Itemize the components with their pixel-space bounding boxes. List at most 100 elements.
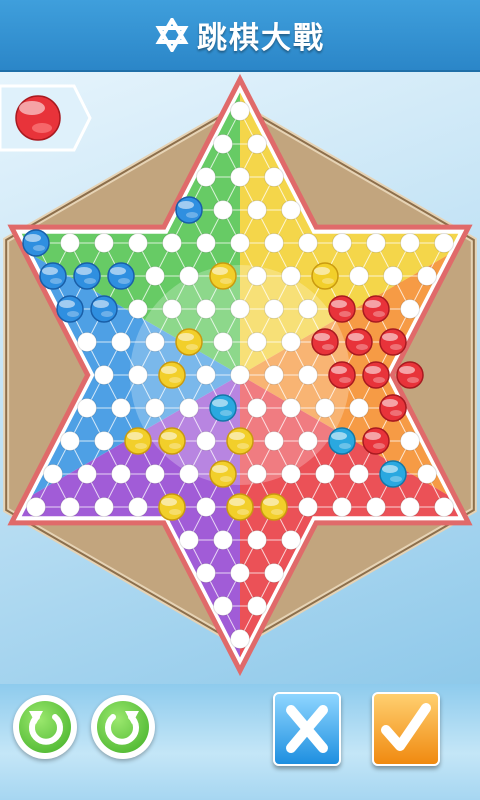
board-hole[interactable]: [230, 563, 250, 583]
yellow-marble[interactable]: [158, 361, 186, 389]
red-marble[interactable]: [362, 427, 390, 455]
board-hole[interactable]: [400, 299, 420, 319]
yellow-marble[interactable]: [209, 262, 237, 290]
board-hole[interactable]: [128, 233, 148, 253]
red-marble[interactable]: [345, 328, 373, 356]
blue-marble[interactable]: [175, 196, 203, 224]
board-hole[interactable]: [298, 365, 318, 385]
cyan-marble[interactable]: [328, 427, 356, 455]
board-hole[interactable]: [196, 167, 216, 187]
undo-button[interactable]: [13, 695, 77, 759]
board-hole[interactable]: [417, 266, 437, 286]
board-hole[interactable]: [332, 233, 352, 253]
board-hole[interactable]: [349, 398, 369, 418]
board-hole[interactable]: [315, 464, 335, 484]
board-hole[interactable]: [162, 233, 182, 253]
red-marble[interactable]: [362, 295, 390, 323]
board-hole[interactable]: [264, 299, 284, 319]
board-hole[interactable]: [196, 299, 216, 319]
board-hole[interactable]: [179, 464, 199, 484]
yellow-marble[interactable]: [124, 427, 152, 455]
chinese-checkers-board[interactable]: [0, 72, 480, 684]
board-hole[interactable]: [230, 167, 250, 187]
yellow-marble[interactable]: [226, 493, 254, 521]
board-hole[interactable]: [94, 431, 114, 451]
board-hole[interactable]: [111, 464, 131, 484]
board-hole[interactable]: [247, 530, 267, 550]
board-hole[interactable]: [94, 233, 114, 253]
board-hole[interactable]: [26, 497, 46, 517]
board-hole[interactable]: [230, 101, 250, 121]
board-hole[interactable]: [349, 464, 369, 484]
confirm-move-button[interactable]: [372, 692, 440, 766]
cancel-move-button[interactable]: [273, 692, 341, 766]
blue-marble[interactable]: [73, 262, 101, 290]
yellow-marble[interactable]: [175, 328, 203, 356]
board-hole[interactable]: [213, 134, 233, 154]
board-hole[interactable]: [60, 497, 80, 517]
board-hole[interactable]: [179, 530, 199, 550]
blue-marble[interactable]: [90, 295, 118, 323]
board-hole[interactable]: [94, 365, 114, 385]
board-hole[interactable]: [281, 530, 301, 550]
board-hole[interactable]: [196, 365, 216, 385]
board-hole[interactable]: [264, 563, 284, 583]
red-marble[interactable]: [362, 361, 390, 389]
red-marble[interactable]: [328, 361, 356, 389]
board-hole[interactable]: [196, 497, 216, 517]
board-hole[interactable]: [298, 431, 318, 451]
yellow-marble[interactable]: [158, 427, 186, 455]
board-hole[interactable]: [264, 365, 284, 385]
board-hole[interactable]: [281, 266, 301, 286]
redo-button[interactable]: [91, 695, 155, 759]
board-hole[interactable]: [196, 563, 216, 583]
board-hole[interactable]: [366, 497, 386, 517]
board-hole[interactable]: [400, 233, 420, 253]
board-hole[interactable]: [247, 266, 267, 286]
blue-marble[interactable]: [107, 262, 135, 290]
yellow-marble[interactable]: [226, 427, 254, 455]
board-hole[interactable]: [60, 233, 80, 253]
yellow-marble[interactable]: [158, 493, 186, 521]
board-hole[interactable]: [281, 200, 301, 220]
blue-marble[interactable]: [56, 295, 84, 323]
red-marble[interactable]: [379, 394, 407, 422]
board-hole[interactable]: [128, 497, 148, 517]
yellow-marble[interactable]: [209, 460, 237, 488]
board-hole[interactable]: [196, 233, 216, 253]
board-hole[interactable]: [213, 530, 233, 550]
board-hole[interactable]: [247, 464, 267, 484]
board-hole[interactable]: [77, 332, 97, 352]
board-hole[interactable]: [315, 398, 335, 418]
board-hole[interactable]: [247, 596, 267, 616]
board-hole[interactable]: [213, 200, 233, 220]
red-marble[interactable]: [311, 328, 339, 356]
yellow-marble[interactable]: [311, 262, 339, 290]
board-hole[interactable]: [281, 398, 301, 418]
red-marble[interactable]: [396, 361, 424, 389]
cyan-marble[interactable]: [379, 460, 407, 488]
board-hole[interactable]: [281, 332, 301, 352]
board-hole[interactable]: [366, 233, 386, 253]
board-hole[interactable]: [298, 233, 318, 253]
red-marble[interactable]: [328, 295, 356, 323]
board-hole[interactable]: [179, 266, 199, 286]
board-hole[interactable]: [162, 299, 182, 319]
board-hole[interactable]: [230, 365, 250, 385]
board-hole[interactable]: [264, 233, 284, 253]
board-hole[interactable]: [298, 497, 318, 517]
board-hole[interactable]: [179, 398, 199, 418]
red-marble[interactable]: [379, 328, 407, 356]
board-hole[interactable]: [434, 233, 454, 253]
board-hole[interactable]: [43, 464, 63, 484]
board-hole[interactable]: [434, 497, 454, 517]
board-hole[interactable]: [400, 431, 420, 451]
board-hole[interactable]: [145, 464, 165, 484]
board-hole[interactable]: [94, 497, 114, 517]
board-hole[interactable]: [298, 299, 318, 319]
board-hole[interactable]: [264, 431, 284, 451]
board-hole[interactable]: [230, 233, 250, 253]
blue-marble[interactable]: [39, 262, 67, 290]
board-hole[interactable]: [264, 167, 284, 187]
board-hole[interactable]: [400, 497, 420, 517]
